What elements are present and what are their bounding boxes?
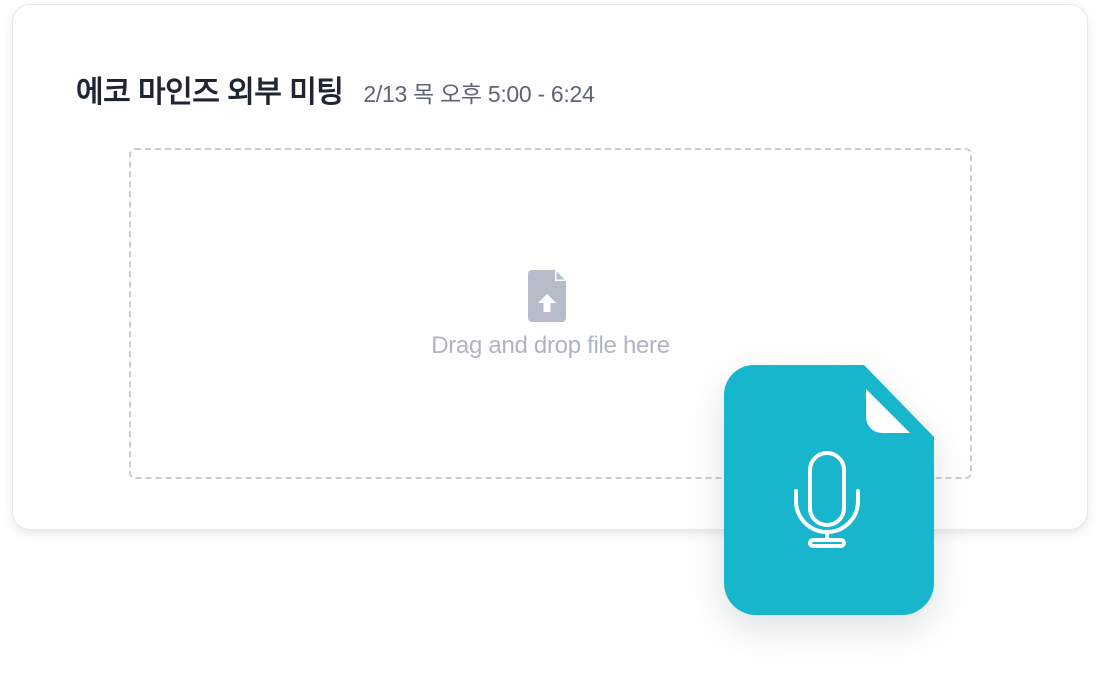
meeting-time: 2/13 목 오후 5:00 - 6:24 xyxy=(363,81,595,107)
meeting-title: 에코 마인즈 외부 미팅 xyxy=(76,76,344,109)
meeting-header: 에코 마인즈 외부 미팅 2/13 목 오후 5:00 - 6:24 xyxy=(76,67,595,111)
page: 에코 마인즈 외부 미팅 2/13 목 오후 5:00 - 6:24 Drag … xyxy=(0,0,1100,696)
audio-file-icon[interactable] xyxy=(724,365,934,615)
dropzone-label: Drag and drop file here xyxy=(431,332,670,359)
file-upload-icon xyxy=(528,270,568,322)
